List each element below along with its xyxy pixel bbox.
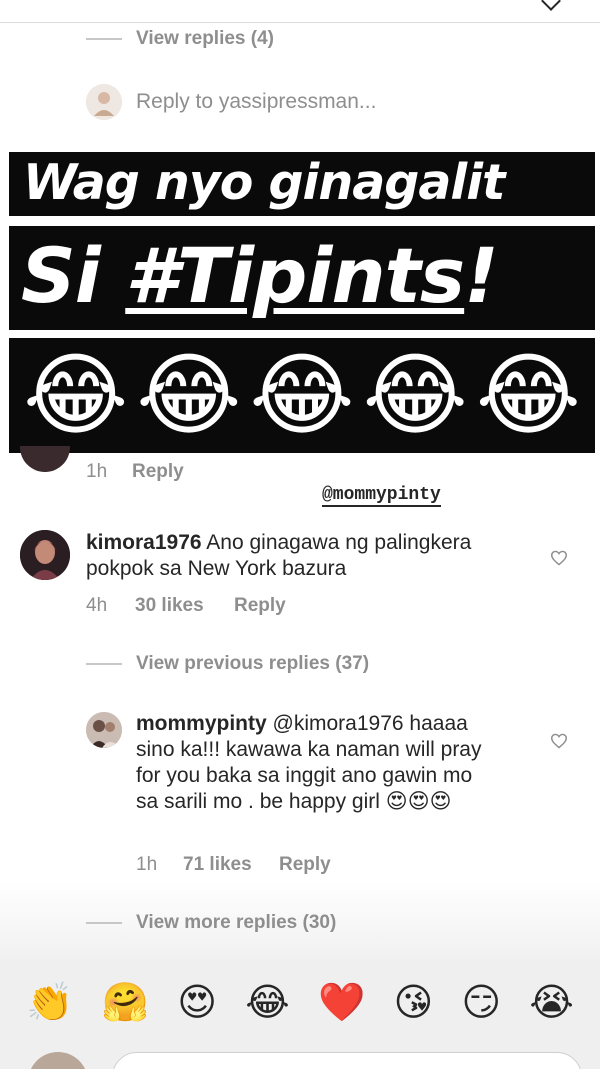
red-heart-emoji-button[interactable]: ❤️ bbox=[318, 981, 365, 1025]
laughing-crying-emoji: 😂 bbox=[475, 342, 581, 448]
overlay-caption-line-2: Si #Tipints! bbox=[9, 226, 595, 330]
overlay-caption-line-1: Wag nyo ginagalit bbox=[9, 152, 595, 216]
comment-input[interactable] bbox=[112, 1052, 582, 1069]
reply-to-input[interactable]: Reply to yassipressman... bbox=[136, 90, 376, 114]
chevron-down-icon[interactable] bbox=[541, 0, 561, 11]
replies-divider bbox=[86, 663, 122, 665]
view-more-replies-button[interactable]: View more replies (30) bbox=[136, 912, 336, 934]
reply-username[interactable]: mommypinty bbox=[136, 712, 267, 735]
laughing-crying-emoji: 😂 bbox=[362, 342, 468, 448]
comment-username[interactable]: kimora1976 bbox=[86, 531, 202, 554]
comment-body: kimora1976 Ano ginagawa ng palingkera po… bbox=[86, 530, 526, 582]
view-previous-replies-button[interactable]: View previous replies (37) bbox=[136, 653, 369, 675]
comment-time: 4h bbox=[86, 595, 108, 616]
like-count[interactable]: 71 likes bbox=[183, 854, 252, 876]
reply-label: Reply bbox=[279, 854, 331, 875]
like-count[interactable]: 30 likes bbox=[135, 595, 204, 617]
reply-button[interactable]: Reply bbox=[279, 854, 331, 876]
laughing-crying-emoji: 😂 bbox=[23, 342, 129, 448]
laughing-crying-emoji: 😂 bbox=[136, 342, 242, 448]
user-photo-icon bbox=[86, 712, 122, 748]
kissing-face-emoji-button[interactable]: 😘 bbox=[394, 981, 434, 1025]
overlay-emoji-row: 😂 😂 😂 😂 😂 bbox=[9, 338, 595, 453]
heart-icon[interactable] bbox=[550, 550, 568, 566]
laughing-crying-emoji-button[interactable]: 😂 bbox=[245, 981, 289, 1025]
like-count-label: 30 likes bbox=[135, 595, 204, 616]
clapping-hands-emoji-button[interactable]: 👏 bbox=[26, 981, 73, 1025]
like-count-label: 71 likes bbox=[183, 854, 252, 875]
heart-icon[interactable] bbox=[550, 733, 568, 749]
user-photo-icon bbox=[86, 84, 122, 120]
reply-body: mommypinty @kimora1976 haaaa sino ka!!! … bbox=[136, 711, 486, 815]
heart-eyes-emoji: 😍😍😍 bbox=[385, 790, 452, 813]
replies-divider bbox=[86, 922, 122, 924]
laughing-crying-emoji: 😂 bbox=[249, 342, 355, 448]
avatar bbox=[86, 84, 122, 120]
view-replies-button[interactable]: View replies (4) bbox=[136, 28, 274, 50]
overlay-caption-suffix: ! bbox=[464, 231, 499, 320]
replies-divider bbox=[86, 38, 122, 40]
hashtag: #Tipints bbox=[125, 231, 465, 320]
user-photo-icon bbox=[20, 530, 70, 580]
avatar[interactable] bbox=[20, 530, 70, 580]
reply-time: 1h bbox=[136, 854, 158, 875]
hugging-face-emoji-button[interactable]: 🤗 bbox=[102, 981, 149, 1025]
mention-sticker[interactable]: @mommypinty bbox=[322, 485, 441, 507]
emoji-quick-bar: 👏 🤗 😍 😂 ❤️ 😘 😏 😭 bbox=[0, 960, 600, 1045]
smirking-face-emoji-button[interactable]: 😏 bbox=[461, 981, 501, 1025]
heart-eyes-emoji-button[interactable]: 😍 bbox=[177, 981, 217, 1025]
reply-button[interactable]: Reply bbox=[234, 595, 286, 617]
header-divider bbox=[0, 22, 600, 23]
comment-time: 1h bbox=[86, 461, 108, 482]
overlay-caption-prefix: Si bbox=[21, 231, 126, 320]
reply-label: Reply bbox=[234, 595, 286, 616]
reply-label: Reply bbox=[132, 461, 184, 482]
avatar bbox=[20, 446, 70, 472]
reply-mention[interactable]: @kimora1976 bbox=[273, 712, 404, 735]
reply-button[interactable]: Reply bbox=[132, 461, 184, 483]
avatar[interactable] bbox=[86, 712, 122, 748]
crying-face-emoji-button[interactable]: 😭 bbox=[529, 981, 573, 1025]
